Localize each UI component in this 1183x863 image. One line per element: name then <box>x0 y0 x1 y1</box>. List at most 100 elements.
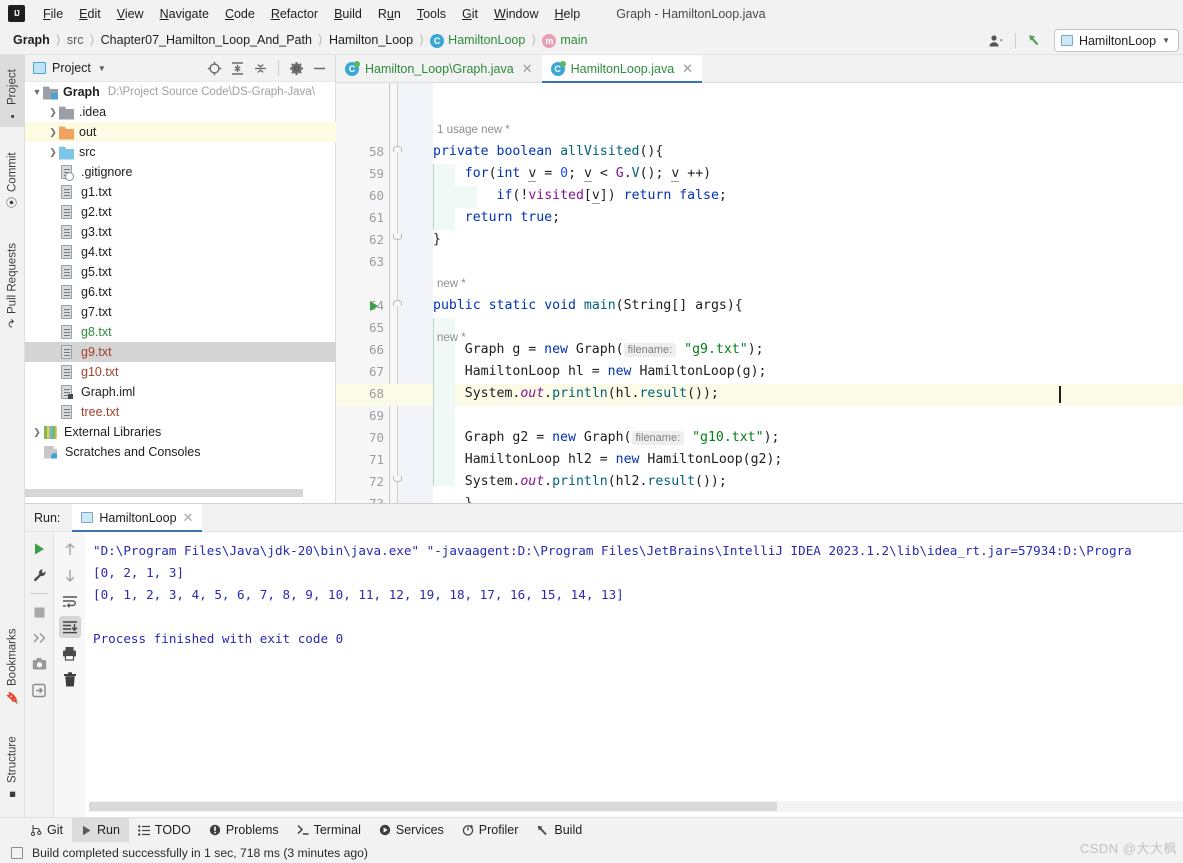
tree-item-g6[interactable]: g6.txt <box>25 282 336 302</box>
scroll-to-end-button[interactable] <box>58 616 81 638</box>
export-button[interactable] <box>28 679 50 701</box>
scrollbar-thumb[interactable] <box>89 802 777 811</box>
breadcrumb-item-class[interactable]: C HamiltonLoop <box>427 31 528 50</box>
stop-button[interactable] <box>28 601 50 623</box>
breadcrumb-item-hamilton-loop[interactable]: Hamilton_Loop <box>326 31 416 49</box>
tree-item-out[interactable]: ❯ out <box>25 122 336 142</box>
menu-edit[interactable]: Edit <box>71 4 109 24</box>
run-configuration-selector[interactable]: HamiltonLoop ▼ <box>1053 29 1179 52</box>
run-tab-hamiltonloop[interactable]: HamiltonLoop ✕ <box>72 503 203 532</box>
close-icon[interactable]: ✕ <box>682 61 693 77</box>
menu-run[interactable]: Run <box>370 4 409 24</box>
run-gutter-icon[interactable] <box>370 301 378 311</box>
sidebar-item-pull-requests[interactable]: ↷ Pull Requests <box>0 221 25 333</box>
user-account-button[interactable] <box>986 30 1008 52</box>
chevron-right-icon[interactable]: ❯ <box>47 147 59 158</box>
close-icon[interactable]: ✕ <box>183 510 194 526</box>
console-horizontal-scrollbar[interactable] <box>89 801 1183 812</box>
select-opened-file-button[interactable] <box>204 58 225 79</box>
clear-all-button[interactable] <box>59 668 81 690</box>
breadcrumb-item-chapter[interactable]: Chapter07_Hamilton_Loop_And_Path <box>98 31 315 49</box>
console-output[interactable]: "D:\Program Files\Java\jdk-20\bin\java.e… <box>85 532 1183 818</box>
bottom-tab-problems[interactable]: Problems <box>200 818 288 843</box>
tree-item-graph-iml[interactable]: Graph.iml <box>25 382 336 402</box>
tree-item-scratches[interactable]: Scratches and Consoles <box>25 442 336 462</box>
tree-item-g4[interactable]: g4.txt <box>25 242 336 262</box>
breadcrumb-item-graph[interactable]: Graph <box>10 31 53 49</box>
tree-item-g1[interactable]: g1.txt <box>25 182 336 202</box>
breadcrumb-separator: ⟩ <box>317 32 323 48</box>
tree-item-g10[interactable]: g10.txt <box>25 362 336 382</box>
tree-item-graph[interactable]: ▼ Graph D:\Project Source Code\DS-Graph-… <box>25 82 336 102</box>
scroll-up-button[interactable] <box>59 538 81 560</box>
screenshot-button[interactable] <box>28 653 50 675</box>
tree-item-g8[interactable]: g8.txt <box>25 322 336 342</box>
tree-item-g9[interactable]: g9.txt <box>25 342 336 362</box>
menu-view[interactable]: View <box>109 4 152 24</box>
tree-item-g5[interactable]: g5.txt <box>25 262 336 282</box>
print-button[interactable] <box>59 642 81 664</box>
bottom-tab-todo[interactable]: TODO <box>129 818 200 843</box>
menu-code[interactable]: Code <box>217 4 263 24</box>
menu-git[interactable]: Git <box>454 4 486 24</box>
tree-item-idea[interactable]: ❯ .idea <box>25 102 336 122</box>
tree-item-src[interactable]: ❯ src <box>25 142 336 162</box>
chevron-down-icon[interactable]: ▼ <box>98 64 106 73</box>
bottom-tab-git[interactable]: Git <box>22 818 72 843</box>
fold-marker-end[interactable] <box>393 234 402 240</box>
tree-item-external-libraries[interactable]: ❯ External Libraries <box>25 422 336 442</box>
sidebar-item-project[interactable]: ▪ Project <box>0 55 25 127</box>
menu-tools[interactable]: Tools <box>409 4 454 24</box>
hide-panel-button[interactable] <box>309 58 330 79</box>
menu-window[interactable]: Window <box>486 4 546 24</box>
folder-icon <box>59 146 74 160</box>
code-vision-hint[interactable]: new * <box>437 277 466 291</box>
project-horizontal-scrollbar[interactable] <box>25 489 303 497</box>
sidebar-item-commit[interactable]: ⦿ Commit <box>0 135 25 213</box>
chevron-down-icon[interactable]: ▼ <box>31 87 43 97</box>
bottom-tab-terminal[interactable]: Terminal <box>288 818 370 843</box>
scroll-down-button[interactable] <box>59 564 81 586</box>
tree-item-g2[interactable]: g2.txt <box>25 202 336 222</box>
breadcrumb-item-src[interactable]: src <box>64 31 87 49</box>
expand-all-button[interactable] <box>227 58 248 79</box>
breadcrumb-item-method[interactable]: m main <box>539 31 590 50</box>
bottom-tab-services[interactable]: Services <box>370 818 453 843</box>
tab-graph-java[interactable]: C Hamilton_Loop\Graph.java ✕ <box>336 55 542 82</box>
text-file-icon <box>61 305 72 319</box>
sidebar-item-bookmarks[interactable]: 🔖 Bookmarks <box>0 617 25 709</box>
project-settings-button[interactable] <box>286 58 307 79</box>
fold-marker-end[interactable] <box>393 476 402 482</box>
bottom-tab-build[interactable]: Build <box>527 818 591 843</box>
bottom-tab-profiler[interactable]: Profiler <box>453 818 528 843</box>
soft-wrap-button[interactable] <box>59 590 81 612</box>
tree-item-tree-txt[interactable]: tree.txt <box>25 402 336 422</box>
menu-file[interactable]: File <box>35 4 71 24</box>
collapse-all-button[interactable] <box>250 58 271 79</box>
menu-help[interactable]: Help <box>546 4 588 24</box>
fold-marker-collapse[interactable] <box>393 300 402 306</box>
edit-configuration-button[interactable] <box>28 564 50 586</box>
project-tree[interactable]: ▼ Graph D:\Project Source Code\DS-Graph-… <box>25 82 336 482</box>
tree-item-gitignore[interactable]: .gitignore <box>25 162 336 182</box>
rerun-failed-tests-button[interactable] <box>28 627 50 649</box>
close-icon[interactable]: ✕ <box>522 61 533 77</box>
code-vision-hint[interactable]: 1 usage new * <box>437 123 510 137</box>
chevron-right-icon[interactable]: ❯ <box>31 427 43 438</box>
updates-button[interactable] <box>1023 30 1046 52</box>
menu-refactor[interactable]: Refactor <box>263 4 326 24</box>
menu-build[interactable]: Build <box>326 4 370 24</box>
line-number: 61 <box>368 210 384 225</box>
tab-hamiltonloop-java[interactable]: C HamiltonLoop.java ✕ <box>541 55 703 83</box>
tree-item-g3[interactable]: g3.txt <box>25 222 336 242</box>
tree-item-g7[interactable]: g7.txt <box>25 302 336 322</box>
code-editor[interactable]: 1 usage new * new * 58 59 60 61 62 63 64… <box>336 83 1183 503</box>
chevron-right-icon[interactable]: ❯ <box>47 127 59 138</box>
fold-marker-collapse[interactable] <box>393 146 402 152</box>
sidebar-item-structure[interactable]: ■ Structure <box>0 717 25 805</box>
chevron-right-icon[interactable]: ❯ <box>47 107 59 118</box>
terminal-icon <box>297 824 309 835</box>
bottom-tab-run[interactable]: Run <box>71 817 129 843</box>
rerun-button[interactable] <box>28 538 50 560</box>
menu-navigate[interactable]: Navigate <box>152 4 217 24</box>
